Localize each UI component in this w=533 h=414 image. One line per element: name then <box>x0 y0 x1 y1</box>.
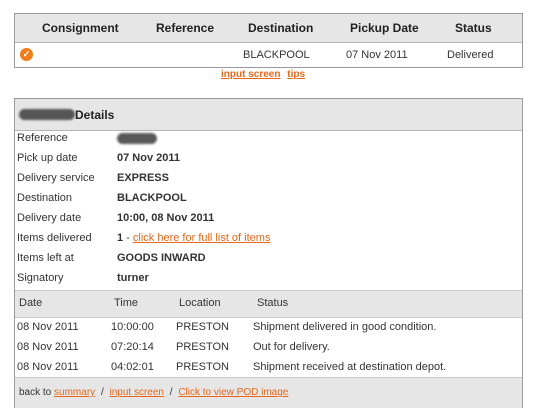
mid-links: input screen tips <box>221 69 305 80</box>
field-pickup-date: Pick up date 07 Nov 2011 <box>17 152 180 164</box>
field-delivery-date: Delivery date 10:00, 08 Nov 2011 <box>17 212 215 224</box>
row-status: Delivered <box>447 49 494 61</box>
input-screen-link[interactable]: input screen <box>221 69 280 80</box>
field-destination: Destination BLACKPOOL <box>17 192 187 204</box>
details-panel: Details Reference Pick up date 07 Nov 20… <box>14 98 523 408</box>
check-circle-icon: ✓ <box>20 48 33 61</box>
results-header: Consignment Reference Destination Pickup… <box>15 14 522 43</box>
reference-value-redacted <box>117 133 157 144</box>
details-footer: back to summary / input screen / Click t… <box>15 377 522 408</box>
history-header: Date Time Location Status <box>15 290 522 318</box>
col-consignment: Consignment <box>42 21 119 35</box>
history-row: 08 Nov 2011 10:00:00 PRESTON Shipment de… <box>17 321 437 333</box>
col-destination: Destination <box>248 21 314 35</box>
pod-image-link[interactable]: Click to view POD image <box>178 387 288 398</box>
summary-link[interactable]: summary <box>54 387 95 398</box>
field-delivery-service: Delivery service EXPRESS <box>17 172 169 184</box>
col-reference: Reference <box>156 21 215 35</box>
col-status: Status <box>455 21 492 35</box>
row-destination: BLACKPOOL <box>243 49 310 61</box>
field-items-left-at: Items left at GOODS INWARD <box>17 252 206 264</box>
input-screen-link-footer[interactable]: input screen <box>110 387 164 398</box>
results-table: Consignment Reference Destination Pickup… <box>14 13 523 68</box>
table-row[interactable]: ✓ BLACKPOOL 07 Nov 2011 Delivered <box>15 43 522 67</box>
field-items-delivered: Items delivered 1 - click here for full … <box>17 232 271 244</box>
full-items-list-link[interactable]: click here for full list of items <box>133 232 271 244</box>
details-title-redacted <box>19 109 75 120</box>
row-pickup-date: 07 Nov 2011 <box>346 49 408 61</box>
field-signatory: Signatory turner <box>17 272 149 284</box>
history-row: 08 Nov 2011 07:20:14 PRESTON Out for del… <box>17 341 330 353</box>
details-title: Details <box>15 99 522 131</box>
tips-link[interactable]: tips <box>287 69 305 80</box>
field-reference: Reference <box>17 132 517 152</box>
col-pickup-date: Pickup Date <box>350 21 419 35</box>
